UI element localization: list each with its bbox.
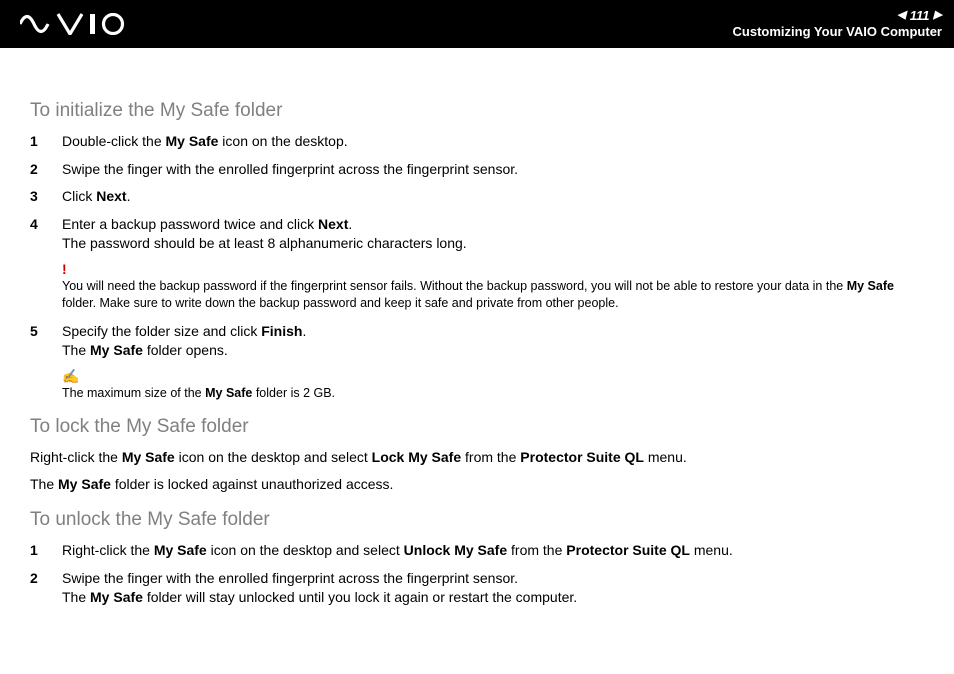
section-title-lock: To lock the My Safe folder — [30, 416, 924, 438]
step-body: Swipe the finger with the enrolled finge… — [62, 160, 924, 180]
next-page-icon[interactable]: ▶ — [934, 9, 942, 23]
page-content: To initialize the My Safe folder 1 Doubl… — [0, 48, 954, 636]
vaio-logo — [20, 13, 130, 35]
paragraph: The My Safe folder is locked against una… — [30, 475, 924, 495]
step-number: 2 — [30, 160, 62, 180]
tip-note: ✍ The maximum size of the My Safe folder… — [62, 369, 924, 402]
step-body: Right-click the My Safe icon on the desk… — [62, 541, 924, 561]
warning-note: ! You will need the backup password if t… — [62, 262, 924, 312]
step-body: Specify the folder size and click Finish… — [62, 322, 924, 361]
step-body: Enter a backup password twice and click … — [62, 215, 924, 254]
step-item: 2 Swipe the finger with the enrolled fin… — [30, 569, 924, 608]
steps-initialize-cont: 5 Specify the folder size and click Fini… — [30, 322, 924, 361]
header-right: ◀ 111 ▶ Customizing Your VAIO Computer — [733, 8, 942, 41]
step-number: 5 — [30, 322, 62, 361]
paragraph: Right-click the My Safe icon on the desk… — [30, 448, 924, 468]
step-body: Double-click the My Safe icon on the des… — [62, 132, 924, 152]
step-number: 2 — [30, 569, 62, 608]
step-number: 3 — [30, 187, 62, 207]
tip-text: The maximum size of the My Safe folder i… — [62, 385, 924, 402]
section-title-unlock: To unlock the My Safe folder — [30, 509, 924, 531]
step-number: 1 — [30, 132, 62, 152]
page-header: ◀ 111 ▶ Customizing Your VAIO Computer — [0, 0, 954, 48]
step-body: Click Next. — [62, 187, 924, 207]
section-title-initialize: To initialize the My Safe folder — [30, 100, 924, 122]
prev-page-icon[interactable]: ◀ — [897, 9, 905, 23]
page-navigator: ◀ 111 ▶ — [733, 8, 942, 24]
header-subtitle: Customizing Your VAIO Computer — [733, 24, 942, 40]
step-item: 3 Click Next. — [30, 187, 924, 207]
step-number: 4 — [30, 215, 62, 254]
steps-initialize: 1 Double-click the My Safe icon on the d… — [30, 132, 924, 254]
pencil-icon: ✍ — [62, 369, 924, 383]
vaio-logo-svg — [20, 13, 130, 35]
steps-unlock: 1 Right-click the My Safe icon on the de… — [30, 541, 924, 608]
step-number: 1 — [30, 541, 62, 561]
step-body: Swipe the finger with the enrolled finge… — [62, 569, 924, 608]
step-item: 1 Double-click the My Safe icon on the d… — [30, 132, 924, 152]
step-item: 5 Specify the folder size and click Fini… — [30, 322, 924, 361]
page-number: 111 — [910, 8, 930, 24]
step-item: 1 Right-click the My Safe icon on the de… — [30, 541, 924, 561]
warning-text: You will need the backup password if the… — [62, 278, 924, 312]
warning-icon: ! — [62, 262, 924, 276]
step-item: 2 Swipe the finger with the enrolled fin… — [30, 160, 924, 180]
step-item: 4 Enter a backup password twice and clic… — [30, 215, 924, 254]
